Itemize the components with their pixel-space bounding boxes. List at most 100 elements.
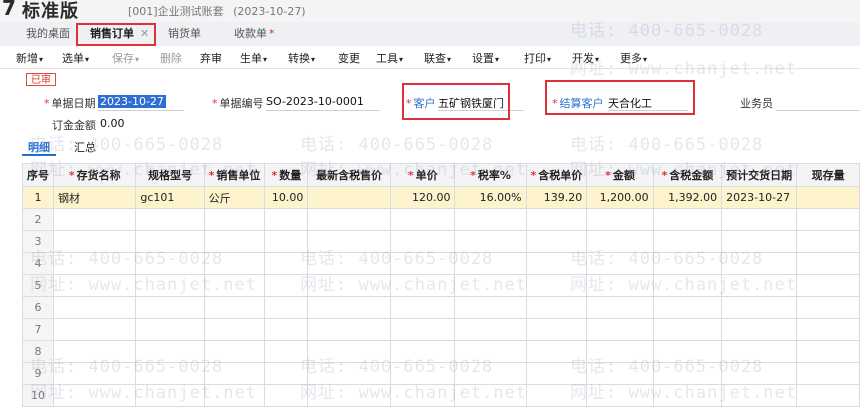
table-cell[interactable] bbox=[307, 296, 391, 319]
table-cell[interactable]: 9 bbox=[22, 362, 54, 385]
table-row[interactable]: 3 bbox=[22, 230, 860, 253]
table-cell[interactable] bbox=[525, 318, 588, 341]
table-cell[interactable] bbox=[52, 340, 137, 363]
table-cell[interactable] bbox=[389, 252, 456, 275]
table-cell[interactable] bbox=[389, 274, 456, 297]
table-cell[interactable] bbox=[721, 362, 798, 385]
column-header[interactable]: 序号 bbox=[22, 163, 54, 187]
table-cell[interactable] bbox=[203, 384, 266, 407]
table-cell[interactable] bbox=[454, 274, 527, 297]
table-cell[interactable] bbox=[796, 186, 860, 209]
table-cell[interactable]: 钢材 bbox=[52, 186, 137, 209]
settings-button[interactable]: 设置▾ bbox=[472, 50, 499, 66]
table-cell[interactable]: 1,200.00 bbox=[586, 186, 654, 209]
settle-customer-field[interactable]: 天合化工 bbox=[608, 95, 652, 111]
tools-button[interactable]: 工具▾ bbox=[376, 50, 403, 66]
table-cell[interactable] bbox=[52, 362, 137, 385]
table-row[interactable]: 5 bbox=[22, 274, 860, 297]
table-cell[interactable] bbox=[135, 274, 205, 297]
table-cell[interactable] bbox=[264, 274, 309, 297]
table-cell[interactable]: 6 bbox=[22, 296, 54, 319]
table-cell[interactable] bbox=[264, 318, 309, 341]
table-cell[interactable] bbox=[796, 318, 860, 341]
tab-sales-order[interactable]: 销售订单 ✕ bbox=[86, 22, 154, 46]
delete-button[interactable]: 删除 bbox=[160, 50, 182, 66]
table-cell[interactable] bbox=[264, 208, 309, 231]
table-cell[interactable] bbox=[389, 340, 456, 363]
table-cell[interactable] bbox=[796, 384, 860, 407]
table-cell[interactable] bbox=[52, 296, 137, 319]
table-cell[interactable] bbox=[52, 384, 137, 407]
table-cell[interactable] bbox=[652, 230, 723, 253]
table-cell[interactable]: 2023-10-27 bbox=[721, 186, 798, 209]
save-button[interactable]: 保存▾ bbox=[112, 50, 139, 66]
column-header[interactable]: * 税率% bbox=[454, 163, 527, 187]
table-cell[interactable] bbox=[721, 296, 798, 319]
table-cell[interactable] bbox=[307, 208, 391, 231]
table-cell[interactable] bbox=[264, 296, 309, 319]
table-cell[interactable] bbox=[525, 230, 588, 253]
unapprove-button[interactable]: 弃审 bbox=[200, 50, 222, 66]
column-header[interactable]: * 含税金额 bbox=[652, 163, 723, 187]
table-cell[interactable] bbox=[264, 340, 309, 363]
new-button[interactable]: 新增▾ bbox=[16, 50, 43, 66]
table-cell[interactable] bbox=[525, 384, 588, 407]
table-cell[interactable]: 120.00 bbox=[389, 186, 456, 209]
select-button[interactable]: 选单▾ bbox=[62, 50, 89, 66]
table-cell[interactable] bbox=[307, 274, 391, 297]
query-button[interactable]: 联查▾ bbox=[424, 50, 451, 66]
table-cell[interactable] bbox=[586, 340, 654, 363]
table-cell[interactable] bbox=[52, 208, 137, 231]
subtab-summary[interactable]: 汇总 bbox=[74, 139, 96, 155]
table-cell[interactable]: 4 bbox=[22, 252, 54, 275]
table-cell[interactable] bbox=[135, 252, 205, 275]
table-cell[interactable]: 3 bbox=[22, 230, 54, 253]
table-cell[interactable] bbox=[454, 362, 527, 385]
table-cell[interactable] bbox=[135, 384, 205, 407]
table-cell[interactable] bbox=[52, 274, 137, 297]
table-cell[interactable] bbox=[586, 384, 654, 407]
table-cell[interactable] bbox=[796, 362, 860, 385]
table-cell[interactable] bbox=[203, 296, 266, 319]
table-cell[interactable] bbox=[525, 274, 588, 297]
table-cell[interactable] bbox=[652, 252, 723, 275]
table-cell[interactable] bbox=[203, 230, 266, 253]
table-cell[interactable] bbox=[652, 274, 723, 297]
column-header[interactable]: 最新含税售价 bbox=[307, 163, 391, 187]
code-field[interactable]: SO-2023-10-0001 bbox=[266, 95, 364, 108]
table-row[interactable]: 10 bbox=[22, 384, 860, 407]
table-cell[interactable] bbox=[652, 296, 723, 319]
table-cell[interactable] bbox=[652, 384, 723, 407]
table-cell[interactable] bbox=[203, 208, 266, 231]
close-icon[interactable]: ✕ bbox=[140, 27, 149, 40]
table-cell[interactable] bbox=[307, 252, 391, 275]
table-cell[interactable] bbox=[586, 274, 654, 297]
table-cell[interactable] bbox=[135, 230, 205, 253]
table-cell[interactable] bbox=[796, 208, 860, 231]
table-cell[interactable] bbox=[203, 274, 266, 297]
table-cell[interactable] bbox=[721, 208, 798, 231]
table-cell[interactable] bbox=[721, 274, 798, 297]
table-cell[interactable] bbox=[389, 230, 456, 253]
table-cell[interactable] bbox=[307, 384, 391, 407]
table-cell[interactable] bbox=[203, 362, 266, 385]
table-cell[interactable] bbox=[52, 230, 137, 253]
table-cell[interactable]: 2 bbox=[22, 208, 54, 231]
table-row[interactable]: 4 bbox=[22, 252, 860, 275]
table-cell[interactable] bbox=[721, 252, 798, 275]
more-button[interactable]: 更多▾ bbox=[620, 50, 647, 66]
table-cell[interactable] bbox=[264, 230, 309, 253]
table-cell[interactable] bbox=[264, 252, 309, 275]
print-button[interactable]: 打印▾ bbox=[524, 50, 551, 66]
table-cell[interactable]: gc101 bbox=[135, 186, 205, 209]
column-header[interactable]: * 金额 bbox=[586, 163, 654, 187]
table-row[interactable]: 6 bbox=[22, 296, 860, 319]
column-header[interactable]: * 单价 bbox=[389, 163, 456, 187]
table-cell[interactable] bbox=[52, 252, 137, 275]
column-header[interactable]: 现存量 bbox=[796, 163, 860, 187]
table-cell[interactable] bbox=[389, 384, 456, 407]
table-cell[interactable] bbox=[796, 230, 860, 253]
table-cell[interactable]: 1 bbox=[22, 186, 54, 209]
table-cell[interactable] bbox=[652, 318, 723, 341]
column-header[interactable]: * 含税单价 bbox=[525, 163, 588, 187]
